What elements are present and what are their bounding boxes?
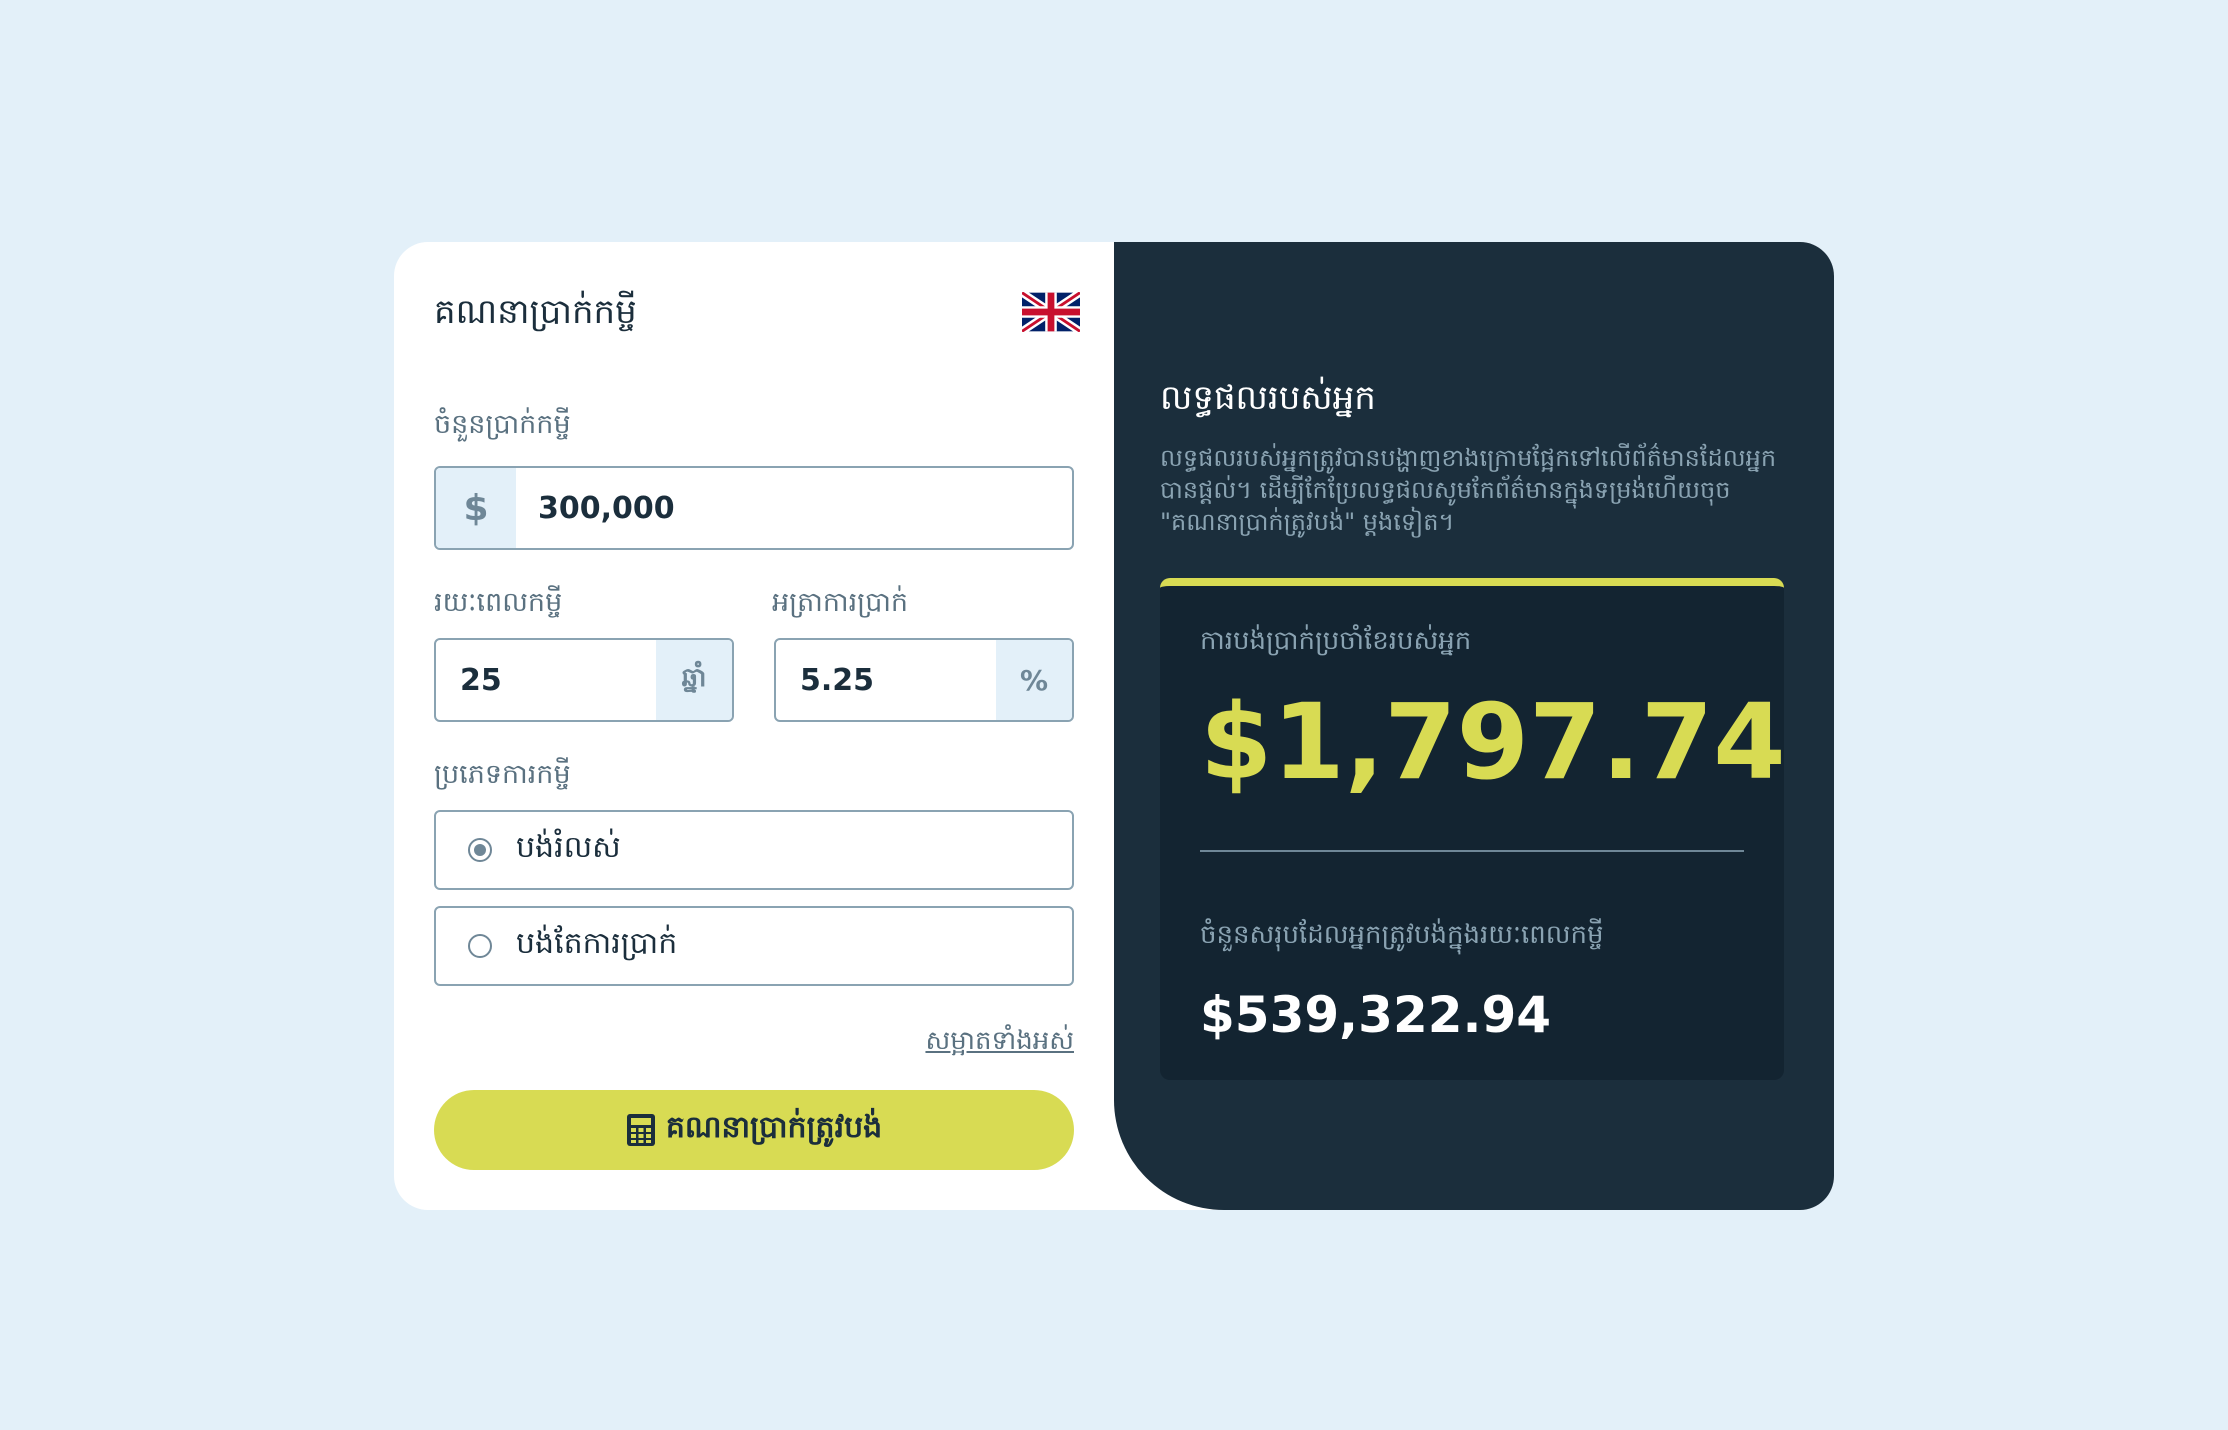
loan-term-field[interactable]: 25 ឆ្នាំ	[434, 638, 734, 722]
interest-rate-field[interactable]: 5.25 %	[774, 638, 1074, 722]
page-title: គណនាប្រាក់កម្ចី	[434, 292, 637, 332]
mortgage-calculator-card: គណនាប្រាក់កម្ចី ចំនួនប្រាក់កម្ចី $ 300,0…	[394, 242, 1834, 1210]
calculator-icon	[626, 1114, 655, 1146]
monthly-repayment-label: ការបង់ប្រាក់ប្រចាំខែរបស់អ្នក	[1200, 626, 1472, 656]
radio-selected-icon[interactable]	[468, 838, 492, 862]
uk-flag-icon[interactable]	[1022, 292, 1080, 332]
mortgage-type-option-repayment[interactable]: បង់រំលស់	[434, 810, 1074, 890]
calculate-repayments-button[interactable]: គណនាប្រាក់ត្រូវបង់	[434, 1090, 1074, 1170]
interest-rate-input[interactable]: 5.25	[800, 640, 874, 720]
total-repay-value: $539,322.94	[1200, 986, 1552, 1044]
clear-all-link[interactable]: សម្អាតទាំងអស់	[925, 1024, 1074, 1062]
results-title: លទ្ធផលរបស់អ្នក	[1160, 378, 1376, 418]
percent-suffix: %	[996, 640, 1072, 720]
loan-term-label: រយៈពេលកម្ចី	[434, 587, 563, 618]
results-summary-box: ការបង់ប្រាក់ប្រចាំខែរបស់អ្នក $1,797.74 ច…	[1160, 578, 1786, 1080]
mortgage-type-option-interest-only[interactable]: បង់តែការប្រាក់	[434, 906, 1074, 986]
results-divider	[1200, 850, 1744, 852]
dollar-icon: $	[436, 468, 516, 548]
calculate-button-label: គណនាប្រាក់ត្រូវបង់	[665, 1110, 883, 1145]
option-label: បង់តែការប្រាក់	[516, 926, 678, 961]
monthly-repayment-value: $1,797.74	[1200, 681, 1786, 803]
loan-amount-field[interactable]: $ 300,000	[434, 466, 1074, 550]
results-panel: លទ្ធផលរបស់អ្នក លទ្ធផលរបស់អ្នកត្រូវបានបង្…	[1114, 242, 1834, 1210]
mortgage-type-label: ប្រភេទការកម្ចី	[434, 759, 571, 790]
calculator-form: គណនាប្រាក់កម្ចី ចំនួនប្រាក់កម្ចី $ 300,0…	[394, 242, 1114, 1210]
interest-rate-label: អត្រាការប្រាក់	[772, 587, 909, 618]
years-suffix: ឆ្នាំ	[656, 640, 732, 720]
option-label: បង់រំលស់	[516, 830, 621, 865]
radio-unselected-icon[interactable]	[468, 934, 492, 958]
results-description: លទ្ធផលរបស់អ្នកត្រូវបានបង្ហាញខាងក្រោមផ្អែ…	[1160, 444, 1777, 536]
loan-term-input[interactable]: 25	[460, 640, 502, 720]
loan-amount-label: ចំនួនប្រាក់កម្ចី	[434, 409, 571, 440]
total-repay-label: ចំនួនសរុបដែលអ្នកត្រូវបង់ក្នុងរយៈពេលកម្ចី	[1200, 920, 1604, 950]
loan-amount-input[interactable]: 300,000	[538, 468, 675, 548]
